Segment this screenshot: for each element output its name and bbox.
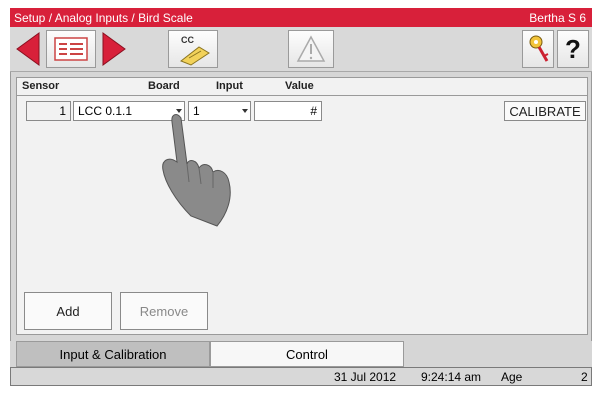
header-divider [17, 95, 587, 96]
sensor-number: 1 [26, 101, 71, 121]
remove-button[interactable]: Remove [120, 292, 208, 330]
warning-button[interactable] [288, 30, 334, 68]
forward-arrow-icon [102, 32, 126, 66]
value-field-text: # [310, 104, 317, 118]
status-age-value: 2 [581, 370, 588, 384]
warning-icon [296, 35, 326, 62]
back-button[interactable] [13, 30, 43, 68]
add-button[interactable]: Add [24, 292, 112, 330]
header-board: Board [148, 80, 180, 92]
svg-text:CC: CC [181, 35, 194, 45]
sensor-panel: Sensor Board Input Value 1 LCC 0.1.1 1 #… [16, 77, 588, 335]
help-button[interactable]: ? [557, 30, 589, 68]
calibrate-button[interactable]: CALIBRATE [504, 101, 586, 121]
status-age-label: Age [501, 370, 523, 384]
back-arrow-icon [16, 32, 40, 66]
help-icon: ? [565, 33, 581, 64]
breadcrumb: Setup / Analog Inputs / Bird Scale [14, 10, 193, 25]
key-button[interactable] [522, 30, 554, 68]
device-name: Bertha S 6 [529, 10, 586, 25]
cc-certificate-icon: CC [180, 35, 210, 66]
list-view-button[interactable] [46, 30, 96, 68]
header-value: Value [285, 80, 314, 92]
tab-input-calibration[interactable]: Input & Calibration [16, 341, 210, 367]
header-sensor: Sensor [22, 80, 60, 92]
tab-bar: Input & Calibration Control [10, 341, 592, 367]
status-date: 31 Jul 2012 [334, 370, 397, 384]
key-icon [529, 35, 549, 62]
value-field: # [254, 101, 322, 121]
toolbar: CC ? [10, 27, 592, 72]
cc-button[interactable]: CC [168, 30, 218, 68]
title-bar: Setup / Analog Inputs / Bird Scale Berth… [10, 8, 592, 27]
pointing-hand-icon [162, 114, 231, 227]
chevron-down-icon [242, 109, 248, 113]
sensor-number-value: 1 [59, 104, 66, 118]
list-view-icon [54, 37, 88, 61]
status-time: 9:24:14 am [421, 370, 482, 384]
tab-control[interactable]: Control [210, 341, 404, 367]
header-input: Input [216, 80, 243, 92]
main-area: Sensor Board Input Value 1 LCC 0.1.1 1 #… [10, 72, 592, 341]
forward-button[interactable] [99, 30, 129, 68]
status-bar: 31 Jul 2012 9:24:14 am Age 2 [10, 367, 592, 386]
board-select-value: LCC 0.1.1 [78, 104, 133, 118]
